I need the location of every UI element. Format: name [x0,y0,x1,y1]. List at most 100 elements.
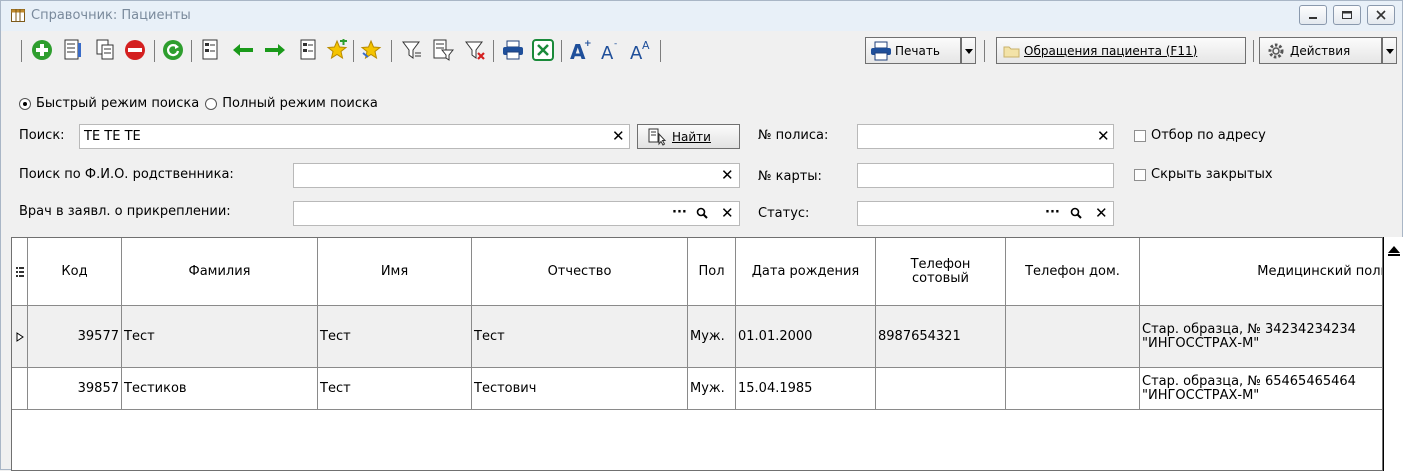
filter-edit-button[interactable] [431,38,455,62]
row-indicator[interactable] [12,368,28,410]
table-cell[interactable]: Муж. [688,368,736,410]
ellipsis-icon[interactable]: ··· [672,205,687,220]
full-search-radio[interactable] [205,97,218,110]
excel-export-button[interactable] [531,38,555,62]
refresh-button[interactable] [161,38,185,62]
title-bar: Справочник: Пациенты [1,1,1402,31]
table-cell[interactable]: 8987654321 [876,306,1006,368]
scroll-top-icon[interactable] [1388,246,1400,253]
table-cell[interactable]: Тест [122,306,318,368]
cell-patronymic: Тест [474,329,505,344]
column-chooser-icon[interactable] [12,238,28,306]
search-mode-group: Быстрый режим поиска Полный режим поиска [19,96,378,111]
print-quick-button[interactable] [501,38,525,62]
clear-status-icon[interactable]: ✕ [1095,205,1108,221]
cell-last-name: Тест [124,329,155,344]
card-input[interactable] [857,163,1114,188]
header-policy[interactable]: Медицинский поли [1140,238,1382,306]
toolbar-separator [561,40,562,62]
move-right-button[interactable] [263,38,287,62]
move-left-button[interactable] [231,38,255,62]
delete-record-button[interactable] [123,38,147,62]
filter-button[interactable] [400,38,424,62]
toolbar-separator [191,40,192,62]
header-code[interactable]: Код [28,238,122,306]
header-sex[interactable]: Пол [688,238,736,306]
add-record-button[interactable] [30,38,54,62]
table-cell[interactable]: Стар. образца, № 34234234234 "ИНГОССТРАХ… [1140,306,1382,368]
font-increase-button[interactable]: A + [568,38,592,62]
actions-button[interactable]: Действия [1259,37,1382,64]
header-last-name[interactable]: Фамилия [122,238,318,306]
hide-closed-box[interactable] [1134,168,1146,181]
print-button[interactable]: Печать [865,37,961,64]
clear-relative-icon[interactable]: ✕ [721,167,734,183]
table-cell[interactable]: Тестович [472,368,688,410]
address-filter-box[interactable] [1134,129,1146,142]
table-cell[interactable] [876,368,1006,410]
favorites-button[interactable] [359,38,383,62]
policy-input[interactable]: ✕ [857,124,1114,149]
header-patronymic[interactable]: Отчество [472,238,688,306]
actions-dropdown-arrow[interactable] [1382,37,1397,64]
table-cell[interactable]: Тест [318,306,472,368]
status-input[interactable]: ··· ✕ [857,201,1114,226]
search-label: Поиск: [19,128,65,143]
patients-window: Справочник: Пациенты A + A - A A Печать … [0,0,1403,471]
quick-search-radio[interactable] [19,97,31,110]
table-cell[interactable]: 39577 [28,306,122,368]
hide-closed-checkbox[interactable]: Скрыть закрытых [1134,167,1273,182]
filter-clear-icon [465,41,485,60]
table-cell[interactable]: 39857 [28,368,122,410]
clear-doctor-icon[interactable]: ✕ [721,205,734,221]
table-cell[interactable]: 01.01.2000 [736,306,876,368]
add-favorite-button[interactable] [325,38,349,62]
find-button[interactable]: Найти [637,124,740,149]
move-first-button[interactable] [199,38,223,62]
address-filter-checkbox[interactable]: Отбор по адресу [1134,128,1266,143]
folder-icon [1003,46,1020,57]
row-indicator[interactable] [12,306,28,368]
svg-text:A: A [601,43,614,62]
table-cell[interactable]: Тест [472,306,688,368]
svg-text:-: - [614,39,617,49]
copy-record-button[interactable] [93,38,117,62]
search-input[interactable]: ТЕ ТЕ ТЕ ✕ [79,124,630,149]
clear-policy-icon[interactable]: ✕ [1097,128,1110,144]
vertical-scrollbar[interactable] [1383,237,1403,471]
patient-appeals-label: Обращения пациента (F11) [1024,43,1198,58]
table-cell[interactable]: Тестиков [122,368,318,410]
close-window-button[interactable] [1367,5,1395,25]
table-cell[interactable]: Стар. образца, № 65465465464 "ИНГОССТРАХ… [1140,368,1382,410]
header-mobile-label: Телефон сотовый [910,256,971,286]
move-last-button[interactable] [297,38,321,62]
header-home-phone[interactable]: Телефон дом. [1006,238,1140,306]
search-icon[interactable] [696,207,708,219]
table-cell[interactable] [1006,368,1140,410]
clear-filter-button[interactable] [463,38,487,62]
ellipsis-icon[interactable]: ··· [1045,205,1060,220]
header-birth-date[interactable]: Дата рождения [736,238,876,306]
minimize-button[interactable] [1299,5,1327,25]
edit-record-button[interactable] [61,38,85,62]
toolbar-separator [154,40,155,62]
table-cell[interactable]: Муж. [688,306,736,368]
search-icon[interactable] [1070,207,1082,219]
copy-icon [96,39,114,60]
patient-appeals-button[interactable]: Обращения пациента (F11) [996,37,1246,64]
font-decrease-button[interactable]: A- [599,38,623,62]
table-cell[interactable]: 15.04.1985 [736,368,876,410]
table-cell[interactable] [1006,306,1140,368]
font-reset-button[interactable]: AA [629,38,653,62]
header-first-name[interactable]: Имя [318,238,472,306]
table-cell[interactable]: Тест [318,368,472,410]
header-mobile[interactable]: Телефон сотовый [876,238,1006,306]
excel-icon [532,39,554,61]
maximize-button[interactable] [1333,5,1361,25]
relative-search-input[interactable]: ✕ [293,163,740,188]
clear-search-icon[interactable]: ✕ [612,128,625,144]
doctor-input[interactable]: ··· ✕ [293,201,740,226]
stop-icon [125,40,145,60]
current-row-icon [16,331,24,342]
print-dropdown-arrow[interactable] [961,37,976,64]
